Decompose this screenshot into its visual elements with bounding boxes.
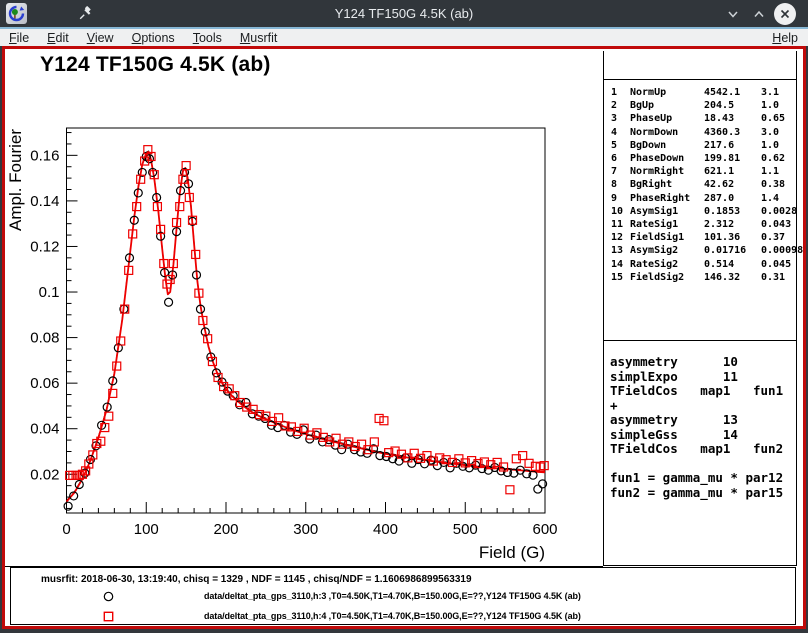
theory-line: TFieldCos map1 fun1 [610,384,796,399]
menu-edit[interactable]: Edit [38,31,78,45]
title-bar: Y124 TF150G 4.5K (ab) [0,0,808,27]
theory-line [610,457,796,472]
svg-text:200: 200 [213,521,238,538]
svg-text:0.1: 0.1 [39,284,60,301]
menu-bar: File Edit View Options Tools Musrfit Hel… [0,29,808,46]
param-row: 7NormRight621.11.1 [611,165,796,178]
fit-info-line: musrfit: 2018-06-30, 13:19:40, chisq = 1… [41,574,472,585]
param-row: 9PhaseRight287.01.4 [611,192,796,205]
square-marker-icon [103,611,114,622]
theory-line: asymmetry 10 [610,355,796,370]
legend-label: data/deltat_pta_gps_3110,h:4 ,T0=4.50K,T… [204,611,581,621]
theory-line: simplExpo 11 [610,370,796,385]
menu-help[interactable]: Help [762,31,808,45]
svg-text:0.12: 0.12 [30,238,59,255]
param-row: 11RateSig12.3120.043 [611,218,796,231]
svg-text:0.14: 0.14 [30,193,59,210]
theory-line: fun2 = gamma_mu * par15 [610,486,796,501]
theory-box[interactable]: asymmetry 10simplExpo 11TFieldCos map1 f… [604,341,796,566]
param-row: 12FieldSig1101.360.37 [611,231,796,244]
circle-marker-icon [103,591,114,602]
param-row: 10AsymSig10.18530.0028 [611,205,796,218]
legend-entry-h4: data/deltat_pta_gps_3110,h:4 ,T0=4.50K,T… [11,610,795,624]
svg-text:0: 0 [62,521,70,538]
theory-line: asymmetry 13 [610,413,796,428]
param-row: 14RateSig20.5140.045 [611,258,796,271]
param-row: 5BgDown217.61.0 [611,139,796,152]
param-row: 3PhaseUp18.430.65 [611,112,796,125]
minimize-button[interactable] [722,3,744,25]
param-row: 6PhaseDown199.810.62 [611,152,796,165]
svg-text:0.04: 0.04 [30,421,59,438]
param-row: 13AsymSig20.017160.00098 [611,244,796,257]
svg-text:300: 300 [293,521,318,538]
svg-text:0.16: 0.16 [30,147,59,164]
root-canvas[interactable]: 0 100 200 300 400 500 600 0.02 0.04 0.06 0.08 0.1 0.… [2,46,806,629]
legend-label: data/deltat_pta_gps_3110,h:3 ,T0=4.50K,T… [204,591,581,601]
svg-text:100: 100 [134,521,159,538]
window-title: Y124 TF150G 4.5K (ab) [0,0,808,27]
theory-line: + [610,399,796,414]
plot-pad[interactable]: 0 100 200 300 400 500 600 0.02 0.04 0.06 0.08 0.1 0.… [5,49,603,567]
menu-musrfit[interactable]: Musrfit [231,31,287,45]
svg-text:400: 400 [373,521,398,538]
legend-entry-h3: data/deltat_pta_gps_3110,h:3 ,T0=4.50K,T… [11,590,795,604]
svg-text:0.08: 0.08 [30,330,59,347]
param-row: 1NormUp4542.13.1 [611,86,796,99]
menu-file[interactable]: File [0,31,38,45]
fourier-spectrum-plot[interactable]: 0 100 200 300 400 500 600 0.02 0.04 0.06 0.08 0.1 0.… [5,49,603,566]
svg-text:600: 600 [532,521,557,538]
theory-line: fun1 = gamma_mu * par12 [610,471,796,486]
svg-text:Ampl. Fourier: Ampl. Fourier [6,129,25,231]
svg-text:500: 500 [453,521,478,538]
maximize-button[interactable] [748,3,770,25]
svg-text:0.06: 0.06 [30,375,59,392]
menu-options[interactable]: Options [123,31,184,45]
param-row: 8BgRight42.620.38 [611,178,796,191]
svg-text:Field (G): Field (G) [479,543,545,562]
param-row: 4NormDown4360.33.0 [611,126,796,139]
param-row: 2BgUp204.51.0 [611,99,796,112]
theory-line: simpleGss 14 [610,428,796,443]
svg-text:0.02: 0.02 [30,466,59,483]
stats-column: 1NormUp4542.13.12BgUp204.51.03PhaseUp18.… [603,51,797,566]
plot-title: Y124 TF150G 4.5K (ab) [40,53,271,77]
close-button[interactable] [774,3,796,25]
menu-view[interactable]: View [78,31,123,45]
param-row: 15FieldSig2146.320.31 [611,271,796,284]
legend-pad[interactable]: musrfit: 2018-06-30, 13:19:40, chisq = 1… [10,567,796,625]
menu-tools[interactable]: Tools [184,31,231,45]
fit-parameters-box[interactable]: 1NormUp4542.13.12BgUp204.51.03PhaseUp18.… [604,79,796,341]
theory-line: TFieldCos map1 fun2 [610,442,796,457]
